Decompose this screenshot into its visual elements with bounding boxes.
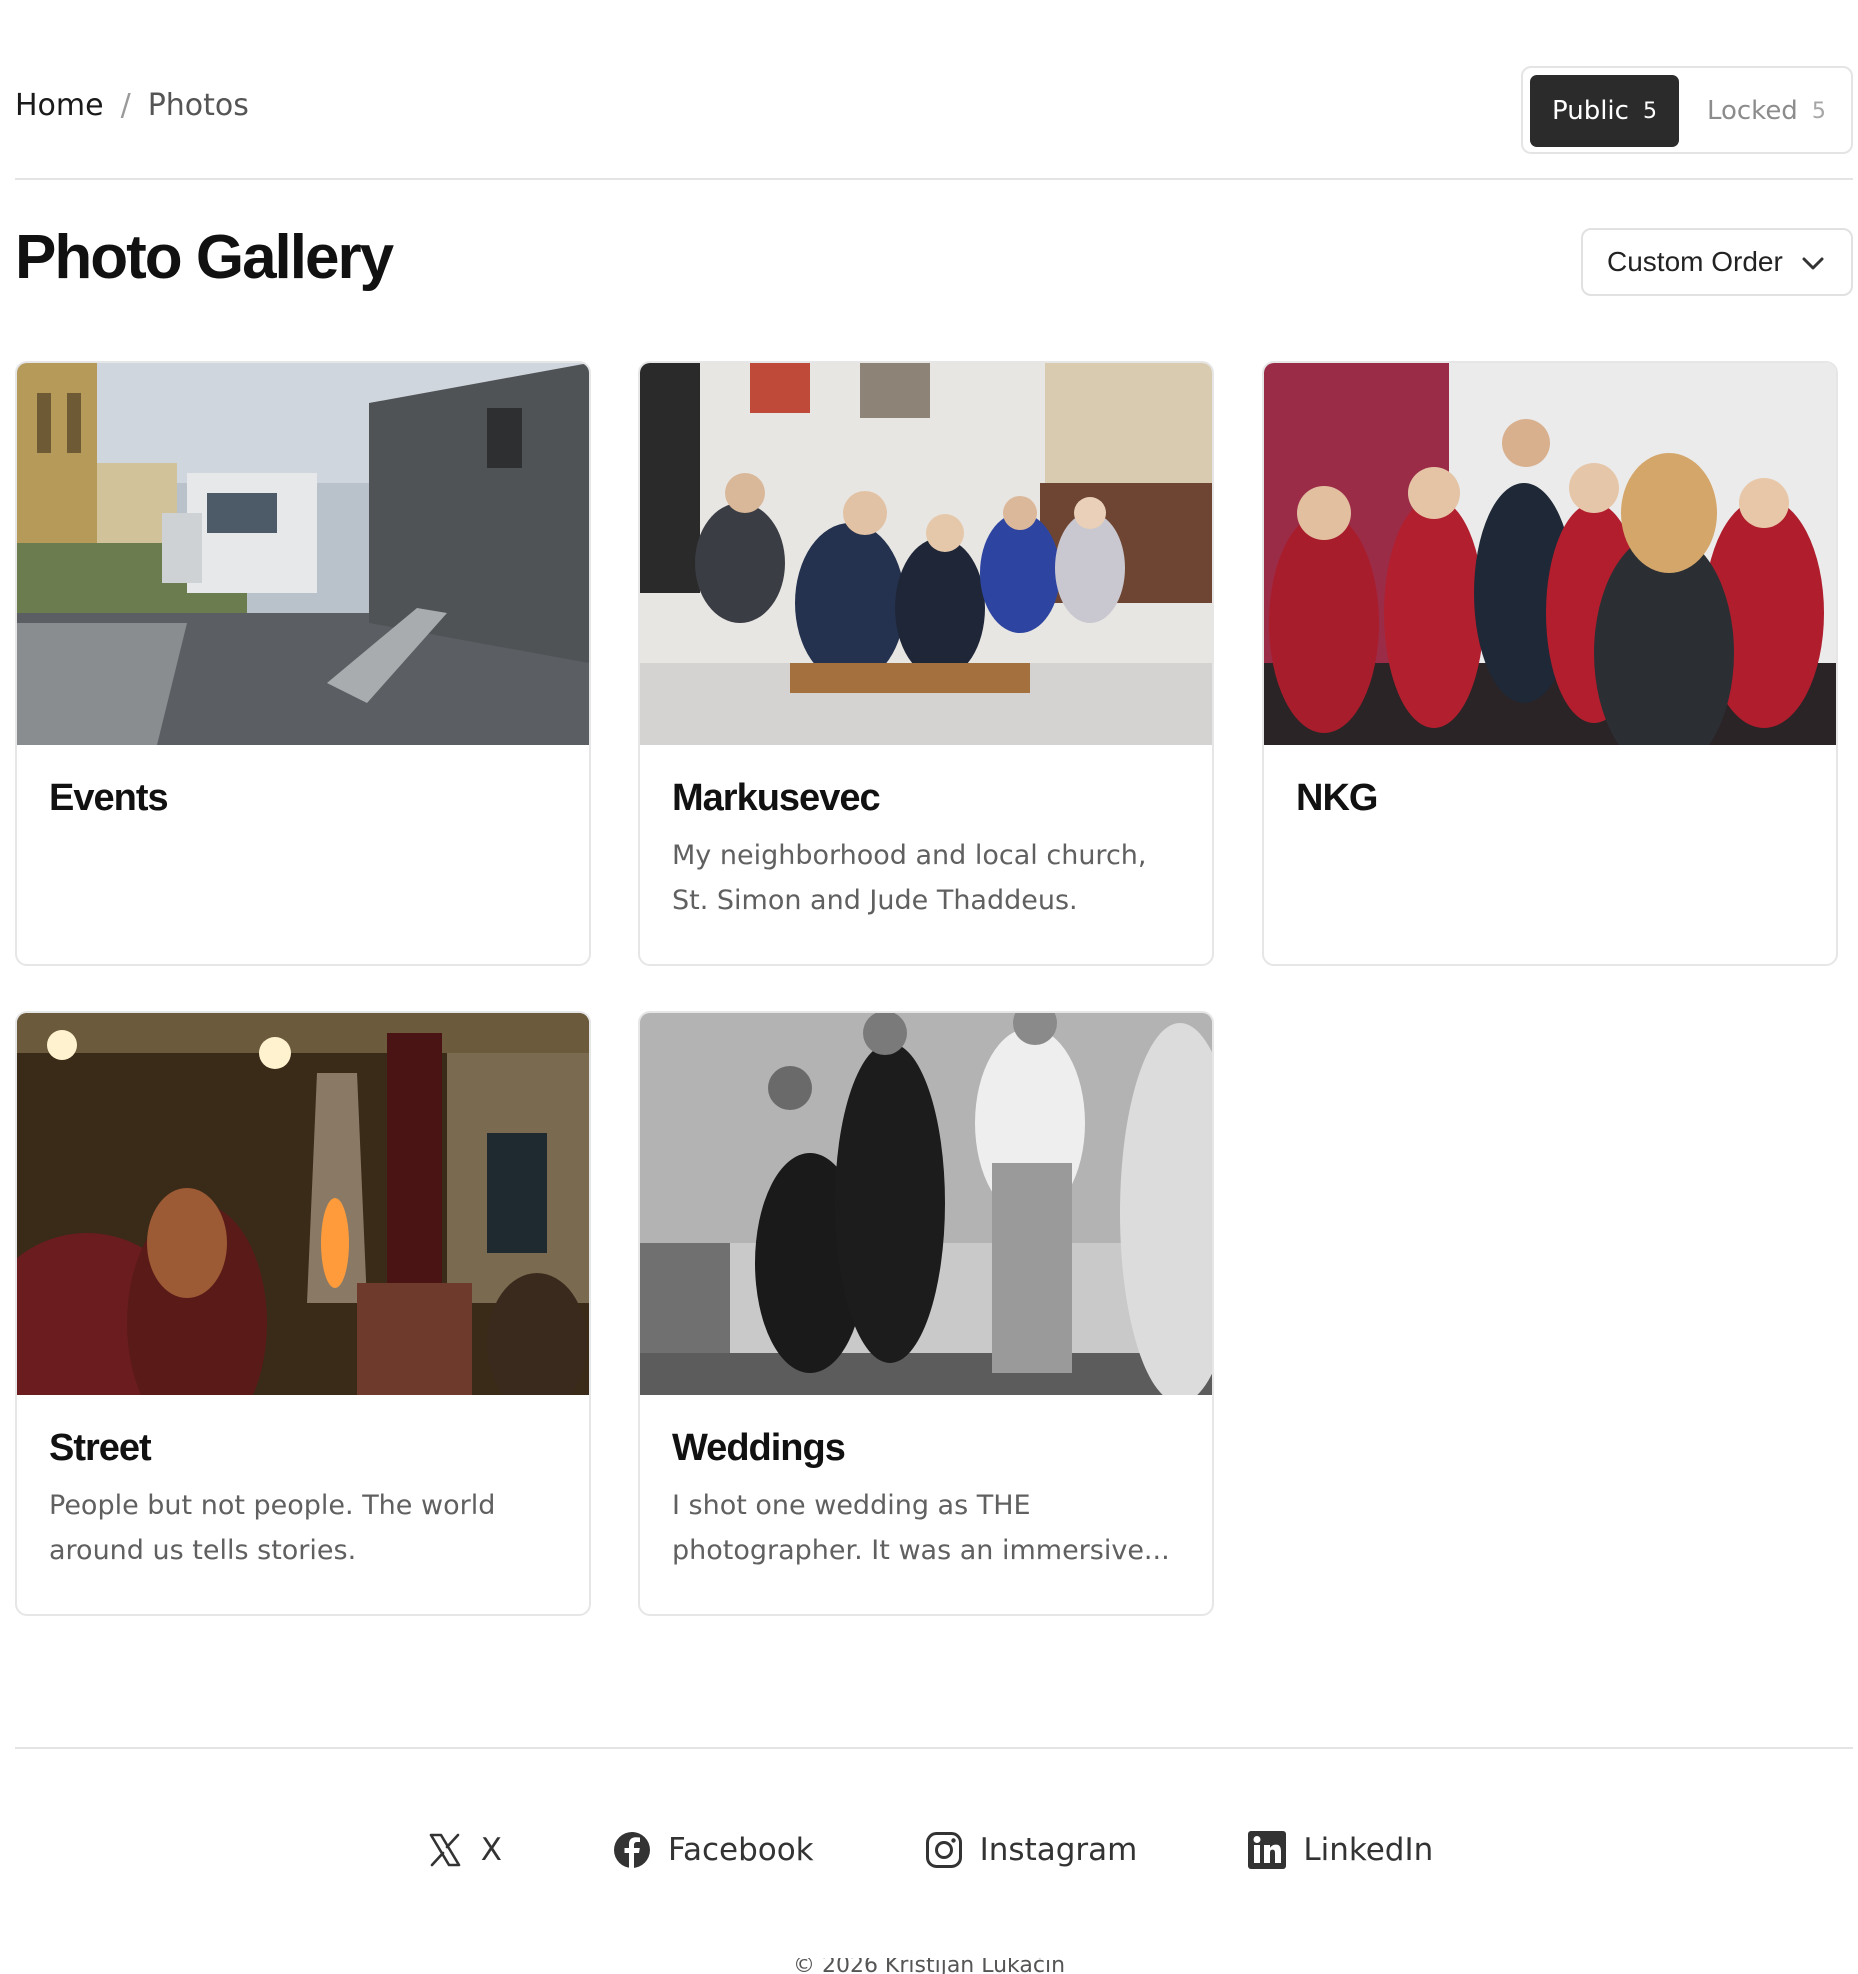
- social-label-x: X: [480, 1832, 502, 1868]
- album-description: I shot one wedding as THE photographer. …: [672, 1490, 1170, 1566]
- album-cover-image: [17, 363, 589, 745]
- album-cover-image: [1264, 363, 1836, 745]
- album-description: People but not people. The world around …: [49, 1490, 496, 1566]
- album-cover-image: [640, 1013, 1212, 1395]
- public-tab[interactable]: Public 5: [1530, 75, 1679, 147]
- album-card-street[interactable]: Street People but not people. The world …: [15, 1011, 591, 1616]
- social-label-instagram: Instagram: [979, 1832, 1138, 1868]
- album-title: Weddings: [672, 1427, 846, 1469]
- header-divider: [15, 178, 1853, 180]
- social-link-x[interactable]: X: [425, 1826, 502, 1874]
- sort-selected-value: Custom Order: [1607, 246, 1783, 277]
- social-link-facebook[interactable]: Facebook: [612, 1826, 814, 1874]
- album-title: Markusevec: [672, 777, 881, 819]
- social-link-linkedin[interactable]: LinkedIn: [1247, 1826, 1433, 1874]
- social-links: X Facebook Instagram LinkedIn: [0, 1826, 1858, 1874]
- album-title: Events: [49, 777, 169, 819]
- copyright-text: © 2026 Kristijan Lukačin: [792, 1958, 1066, 1974]
- album-card-markusevec[interactable]: Markusevec My neighborhood and local chu…: [638, 361, 1214, 966]
- album-cover-image: [17, 1013, 589, 1395]
- footer-divider: [15, 1747, 1853, 1749]
- facebook-icon: [613, 1832, 650, 1868]
- social-link-instagram[interactable]: Instagram: [924, 1826, 1138, 1874]
- album-title: Street: [49, 1427, 152, 1469]
- album-title: NKG: [1296, 777, 1378, 819]
- chevron-down-icon: [1802, 257, 1824, 270]
- locked-count: 5: [1811, 98, 1826, 124]
- linkedin-icon: [1248, 1831, 1287, 1869]
- top-bar: Home / Photos Public 5 Locked 5: [15, 66, 1853, 154]
- public-count: 5: [1642, 98, 1657, 124]
- visibility-toggle: Public 5 Locked 5: [1521, 66, 1853, 154]
- locked-tab-label: Locked: [1706, 96, 1798, 126]
- public-tab-label: Public: [1552, 96, 1629, 126]
- album-description: My neighborhood and local church, St. Si…: [672, 840, 1147, 916]
- breadcrumb-home-link[interactable]: Home: [15, 88, 104, 123]
- sort-dropdown[interactable]: Custom Order: [1581, 228, 1853, 296]
- album-card-nkg[interactable]: NKG: [1262, 361, 1838, 966]
- social-label-facebook: Facebook: [667, 1832, 814, 1868]
- x-icon: [429, 1833, 461, 1867]
- instagram-icon: [925, 1832, 962, 1868]
- locked-tab[interactable]: Locked 5: [1685, 75, 1848, 147]
- album-cover-image: [640, 363, 1212, 745]
- breadcrumb-current: Photos: [147, 88, 249, 123]
- breadcrumb-separator: /: [120, 88, 131, 123]
- breadcrumb: Home / Photos: [15, 88, 249, 123]
- album-card-events[interactable]: Events: [15, 361, 591, 966]
- page-title: Photo Gallery: [15, 223, 394, 292]
- social-label-linkedin: LinkedIn: [1303, 1832, 1434, 1868]
- album-card-weddings[interactable]: Weddings I shot one wedding as THE photo…: [638, 1011, 1214, 1616]
